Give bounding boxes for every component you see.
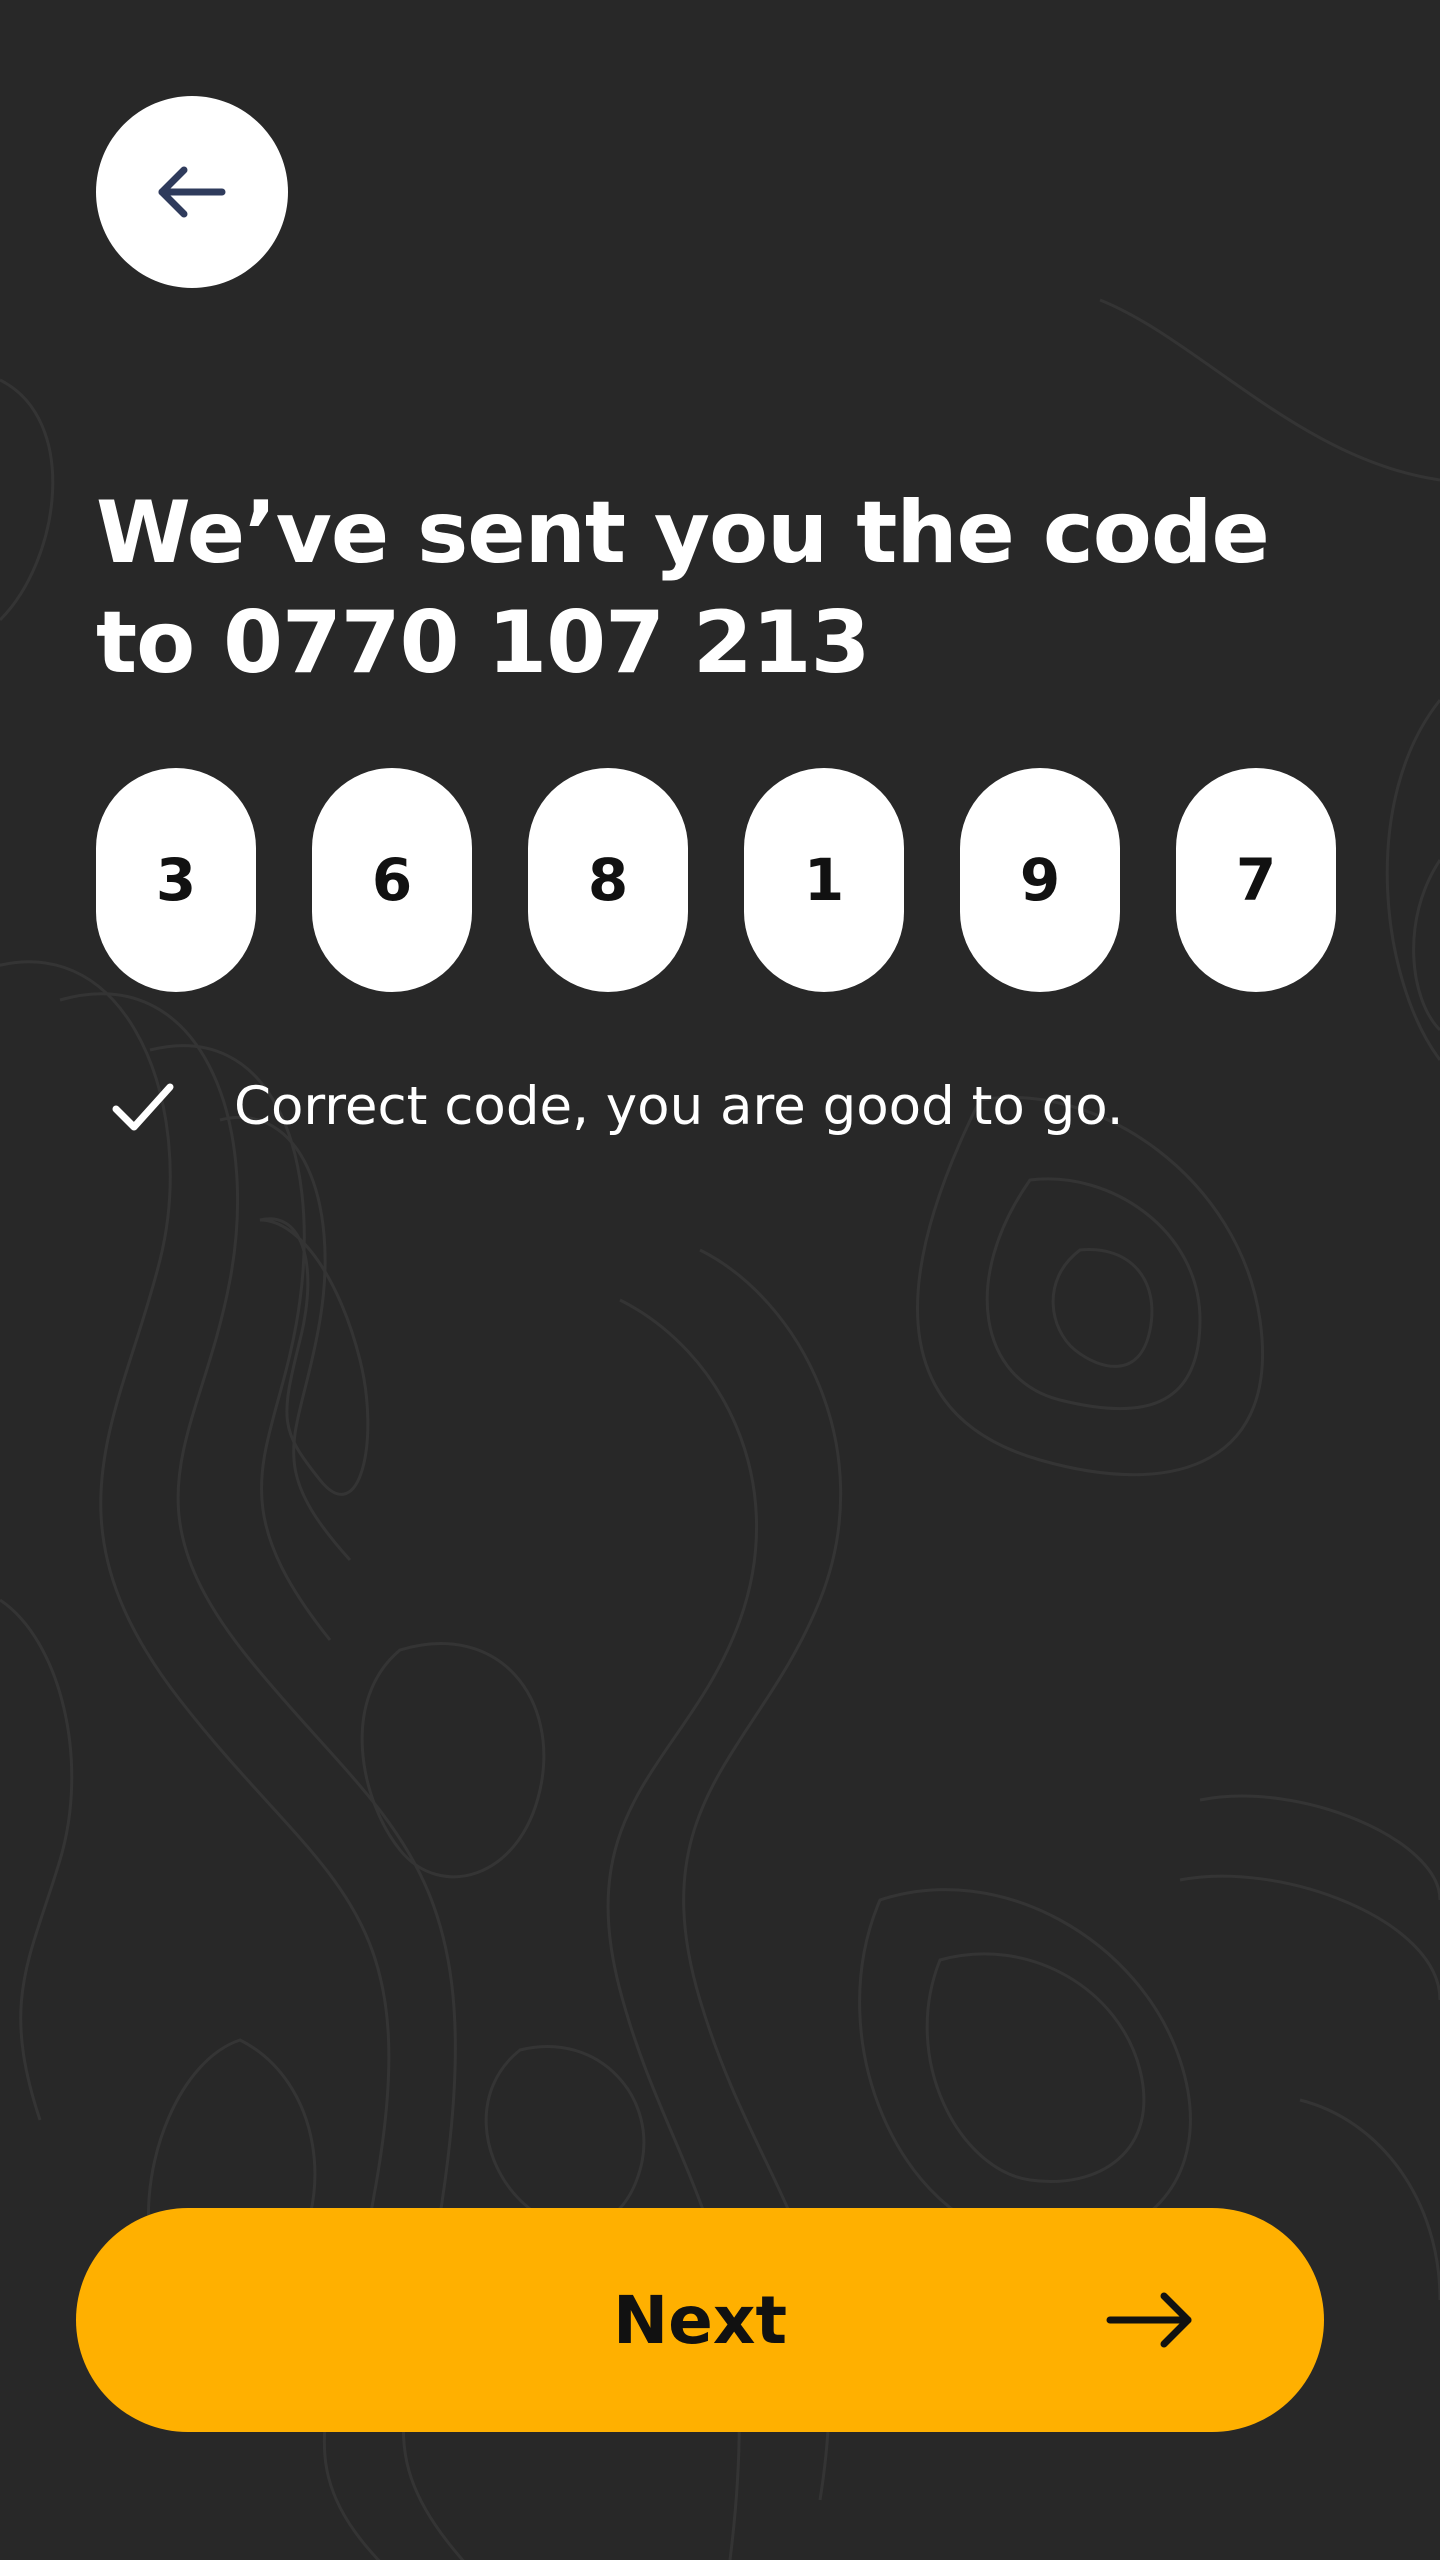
arrow-left-icon — [158, 166, 226, 218]
arrow-right-icon — [1106, 2292, 1192, 2348]
code-digit-2[interactable]: 6 — [312, 768, 472, 992]
page-title: We’ve sent you the code to 0770 107 213 — [96, 478, 1356, 698]
topographic-background — [0, 298, 1440, 2560]
code-digit-1[interactable]: 3 — [96, 768, 256, 992]
title-line-2: to 0770 107 213 — [96, 593, 870, 693]
code-status: Correct code, you are good to go. — [110, 1066, 1124, 1146]
code-digit-5[interactable]: 9 — [960, 768, 1120, 992]
code-digit-4[interactable]: 1 — [744, 768, 904, 992]
status-message: Correct code, you are good to go. — [234, 1075, 1124, 1137]
verification-code-input[interactable]: 3 6 8 1 9 7 — [96, 768, 1336, 992]
code-digit-6[interactable]: 7 — [1176, 768, 1336, 992]
check-icon — [112, 1083, 174, 1131]
code-digit-3[interactable]: 8 — [528, 768, 688, 992]
next-button[interactable]: Next — [76, 2208, 1324, 2432]
title-line-1: We’ve sent you the code — [96, 483, 1270, 583]
back-button[interactable] — [96, 96, 288, 288]
